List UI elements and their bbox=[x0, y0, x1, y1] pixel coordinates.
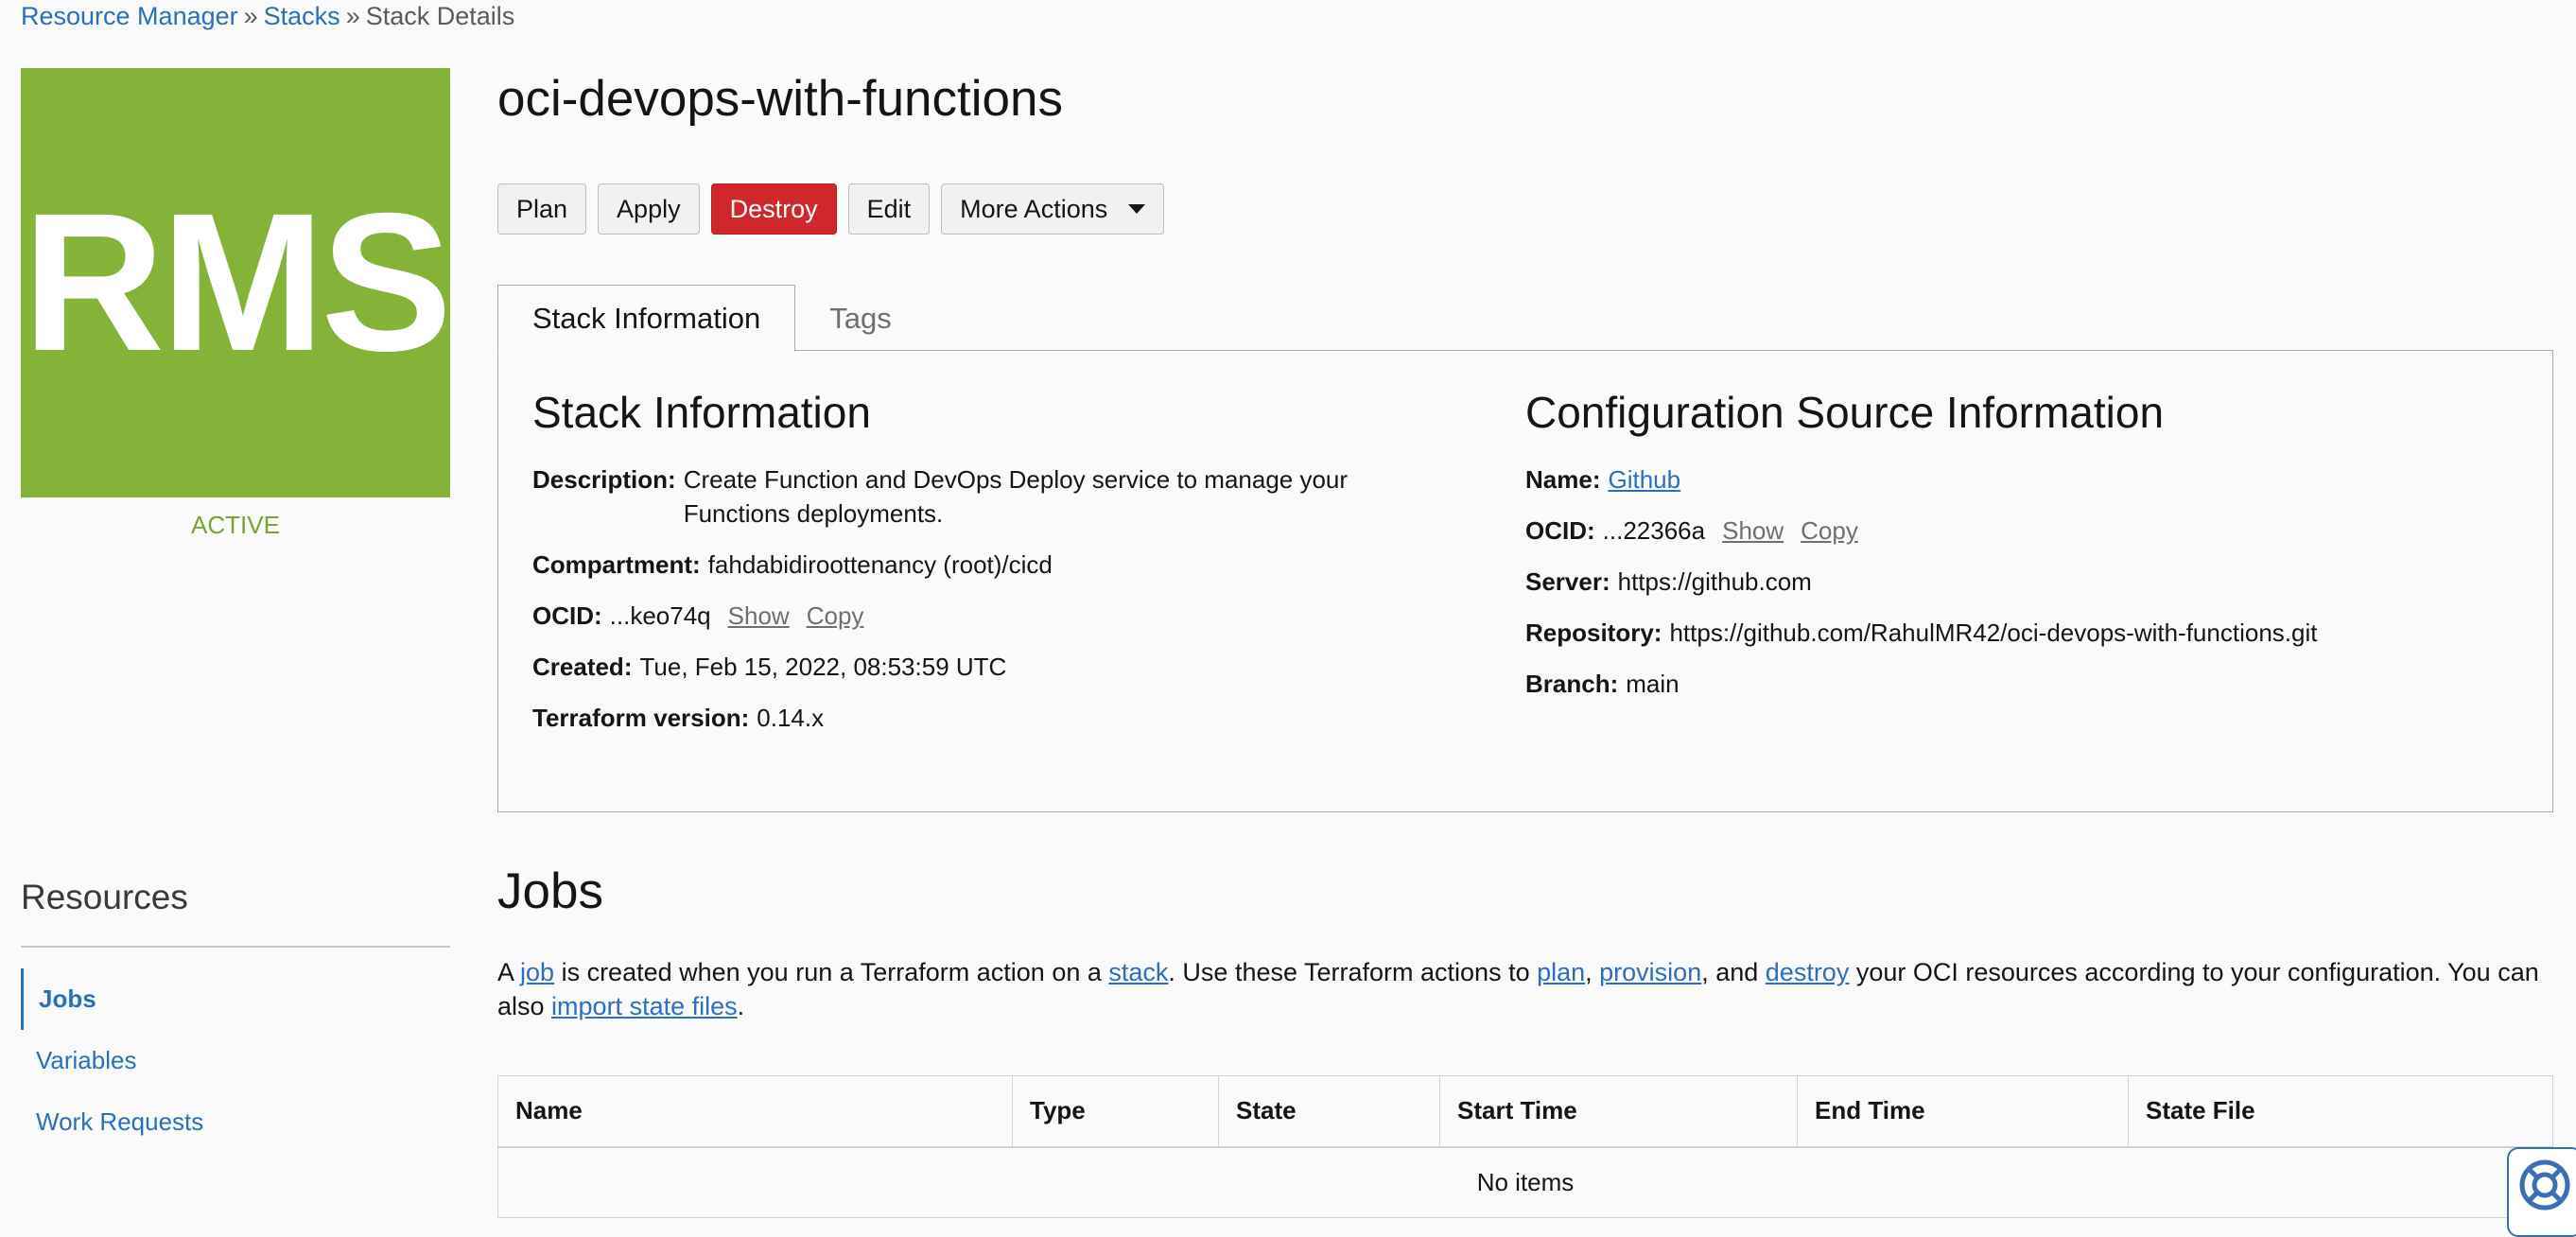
destroy-button[interactable]: Destroy bbox=[710, 183, 837, 235]
breadcrumb-separator: » bbox=[345, 2, 360, 30]
config-ocid-copy-link[interactable]: Copy bbox=[1801, 514, 1858, 548]
resources-item-work-requests[interactable]: Work Requests bbox=[21, 1091, 450, 1153]
jobs-table-header: Name Type State Start Time End Time Stat… bbox=[497, 1075, 2553, 1148]
breadcrumb-current: Stack Details bbox=[365, 2, 515, 30]
column-end-time[interactable]: End Time bbox=[1797, 1075, 2129, 1148]
branch-row: Branch: main bbox=[1525, 667, 2528, 701]
help-button[interactable] bbox=[2507, 1147, 2576, 1237]
server-value: https://github.com bbox=[1617, 567, 1812, 596]
config-name-link[interactable]: Github bbox=[1608, 462, 1680, 497]
compartment-label: Compartment: bbox=[532, 550, 701, 579]
column-type[interactable]: Type bbox=[1012, 1075, 1219, 1148]
breadcrumb-resource-manager[interactable]: Resource Manager bbox=[21, 2, 238, 30]
config-source-section: Configuration Source Information Name: G… bbox=[1525, 387, 2528, 718]
import-state-files-link[interactable]: import state files bbox=[551, 992, 738, 1020]
chevron-down-icon bbox=[1128, 204, 1146, 214]
column-start-time[interactable]: Start Time bbox=[1439, 1075, 1798, 1148]
jobs-description: A job is created when you run a Terrafor… bbox=[497, 955, 2559, 1023]
resources-item-jobs[interactable]: Jobs bbox=[21, 968, 450, 1030]
repository-row: Repository: https://github.com/RahulMR42… bbox=[1525, 616, 2528, 650]
config-ocid-value: ...22366a bbox=[1602, 516, 1706, 545]
jobs-desc-text: , bbox=[1585, 958, 1600, 986]
plan-button[interactable]: Plan bbox=[497, 183, 587, 235]
config-ocid-row: OCID: ...22366a Show Copy bbox=[1525, 514, 2528, 548]
action-toolbar: Plan Apply Destroy Edit More Actions bbox=[497, 183, 1165, 235]
breadcrumb-stacks[interactable]: Stacks bbox=[264, 2, 340, 30]
page-title: oci-devops-with-functions bbox=[497, 71, 1063, 127]
job-link[interactable]: job bbox=[520, 958, 554, 986]
stack-information-heading: Stack Information bbox=[532, 388, 871, 437]
provision-link[interactable]: provision bbox=[1599, 958, 1701, 986]
created-value: Tue, Feb 15, 2022, 08:53:59 UTC bbox=[639, 653, 1007, 681]
apply-button[interactable]: Apply bbox=[598, 183, 700, 235]
config-ocid-show-link[interactable]: Show bbox=[1722, 514, 1784, 548]
column-name[interactable]: Name bbox=[497, 1075, 1013, 1148]
ocid-value: ...keo74q bbox=[609, 601, 711, 630]
resources-item-variables[interactable]: Variables bbox=[21, 1030, 450, 1091]
description-value: Create Function and DevOps Deploy servic… bbox=[683, 465, 1349, 528]
rms-logo: RMS bbox=[21, 68, 452, 497]
terraform-version-row: Terraform version: 0.14.x bbox=[532, 701, 1459, 735]
created-row: Created: Tue, Feb 15, 2022, 08:53:59 UTC bbox=[532, 650, 1459, 684]
description-label: Description: bbox=[532, 465, 676, 494]
tab-bar: Stack Information Tags bbox=[497, 285, 926, 352]
ocid-row: OCID: ...keo74q Show Copy bbox=[532, 599, 1459, 633]
terraform-version-value: 0.14.x bbox=[757, 704, 825, 732]
table-row: No items bbox=[497, 1146, 2553, 1218]
column-state[interactable]: State bbox=[1218, 1075, 1440, 1148]
ocid-show-link[interactable]: Show bbox=[728, 599, 790, 633]
breadcrumb-separator: » bbox=[243, 2, 258, 30]
stack-info-panel: Stack Information Description: Create Fu… bbox=[497, 350, 2553, 812]
config-name-label: Name: bbox=[1525, 465, 1601, 494]
jobs-desc-text: . bbox=[737, 992, 745, 1020]
stack-link[interactable]: stack bbox=[1108, 958, 1168, 986]
column-state-file[interactable]: State File bbox=[2128, 1075, 2553, 1148]
jobs-desc-text: is created when you run a Terraform acti… bbox=[554, 958, 1109, 986]
branch-label: Branch: bbox=[1525, 670, 1619, 698]
jobs-desc-text: A bbox=[497, 958, 521, 986]
jobs-table: Name Type State Start Time End Time Stat… bbox=[497, 1075, 2553, 1218]
jobs-desc-text: . Use these Terraform actions to bbox=[1168, 958, 1538, 986]
branch-value: main bbox=[1626, 670, 1680, 698]
ocid-label: OCID: bbox=[532, 601, 602, 630]
jobs-title: Jobs bbox=[497, 863, 603, 919]
config-name-row: Name: Github bbox=[1525, 462, 2528, 497]
plan-link[interactable]: plan bbox=[1537, 958, 1585, 986]
compartment-row: Compartment: fahdabidiroottenancy (root)… bbox=[532, 548, 1459, 582]
destroy-link[interactable]: destroy bbox=[1766, 958, 1850, 986]
resources-nav: Jobs Variables Work Requests bbox=[21, 968, 450, 1153]
server-row: Server: https://github.com bbox=[1525, 565, 2528, 599]
breadcrumb: Resource Manager» Stacks» Stack Details bbox=[21, 2, 514, 31]
more-actions-label: More Actions bbox=[960, 194, 1108, 223]
resources-divider bbox=[21, 946, 450, 948]
ocid-copy-link[interactable]: Copy bbox=[807, 599, 864, 633]
lifebuoy-icon bbox=[2519, 1159, 2570, 1211]
server-label: Server: bbox=[1525, 567, 1610, 596]
repository-value: https://github.com/RahulMR42/oci-devops-… bbox=[1669, 618, 2318, 647]
terraform-version-label: Terraform version: bbox=[532, 704, 750, 732]
empty-state: No items bbox=[497, 1146, 2553, 1218]
stack-information-section: Stack Information Description: Create Fu… bbox=[532, 387, 1459, 752]
edit-button[interactable]: Edit bbox=[847, 183, 931, 235]
compartment-value: fahdabidiroottenancy (root)/cicd bbox=[707, 550, 1053, 579]
tab-tags[interactable]: Tags bbox=[795, 285, 925, 352]
description-row: Description: Create Function and DevOps … bbox=[532, 462, 1459, 531]
tab-stack-information[interactable]: Stack Information bbox=[497, 285, 796, 352]
resources-title: Resources bbox=[21, 878, 188, 916]
created-label: Created: bbox=[532, 653, 633, 681]
jobs-desc-text: , and bbox=[1701, 958, 1766, 986]
repository-label: Repository: bbox=[1525, 618, 1662, 647]
more-actions-button[interactable]: More Actions bbox=[941, 183, 1165, 235]
config-source-heading: Configuration Source Information bbox=[1525, 388, 2165, 437]
status-badge: ACTIVE bbox=[191, 511, 280, 539]
config-ocid-label: OCID: bbox=[1525, 516, 1595, 545]
